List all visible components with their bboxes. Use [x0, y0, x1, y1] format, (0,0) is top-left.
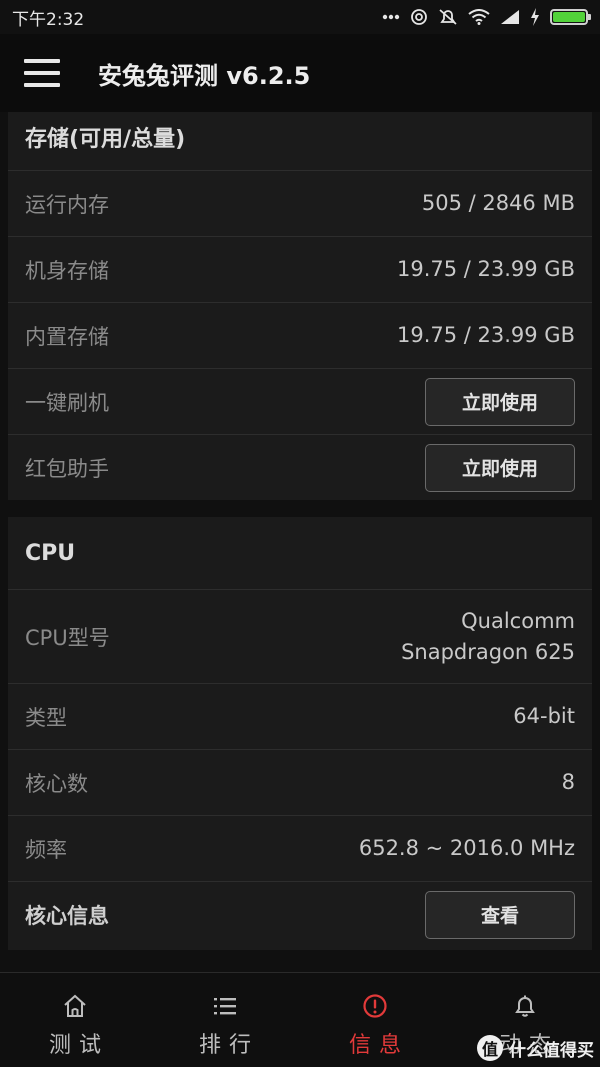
content-scroll[interactable]: 存储(可用/总量) 运行内存 505 / 2846 MB 机身存储 19.75 …	[0, 112, 600, 972]
bell-icon	[515, 995, 535, 1017]
storage-row-flash: 一键刷机 立即使用	[8, 368, 592, 434]
battery-fill	[553, 12, 585, 22]
home-icon	[64, 994, 86, 1017]
bottom-tab-bar: 测试 排行 信息 动态 值 什么值得买	[0, 972, 600, 1067]
watermark-text: 什么值得买	[509, 1040, 594, 1061]
cpu-model-line2: Snapdragon 625	[401, 639, 575, 664]
cpu-row-core-info: 核心信息 查看	[8, 881, 592, 947]
cpu-model-value: Qualcomm Snapdragon 625	[401, 606, 575, 668]
flash-use-button[interactable]: 立即使用	[425, 377, 575, 426]
watermark-badge: 值	[477, 1035, 503, 1061]
tab-label: 测试	[48, 1033, 109, 1058]
redpacket-use-button[interactable]: 立即使用	[425, 443, 575, 492]
cpu-row-cores: 核心数 8	[8, 749, 592, 815]
tab-label: 信息	[348, 1033, 409, 1058]
storage-title: 存储(可用/总量)	[25, 127, 186, 152]
tab-label: 排行	[198, 1033, 259, 1058]
tab-test[interactable]: 测试	[0, 973, 150, 1067]
row-label: 运行内存	[25, 192, 109, 217]
signal-icon	[501, 10, 519, 24]
storage-row-ram: 运行内存 505 / 2846 MB	[8, 170, 592, 236]
row-label: 内置存储	[25, 324, 109, 349]
info-alert-icon	[363, 994, 387, 1018]
cpu-title: CPU	[25, 540, 76, 566]
row-label: CPU型号	[25, 625, 110, 650]
row-label: 核心数	[25, 771, 88, 796]
row-value: 652.8 ~ 2016.0 MHz	[358, 836, 575, 860]
app-bar: 安兔兔评测 v6.2.5	[0, 34, 600, 112]
row-value: 64-bit	[513, 704, 575, 728]
status-bar: 下午2:32	[0, 0, 600, 34]
status-icons	[382, 8, 591, 26]
row-label: 频率	[25, 837, 67, 862]
row-value: 8	[561, 770, 575, 794]
storage-row-internal: 机身存储 19.75 / 23.99 GB	[8, 236, 592, 302]
battery-icon	[550, 9, 591, 25]
cpu-row-type: 类型 64-bit	[8, 683, 592, 749]
cpu-card: CPU CPU型号 Qualcomm Snapdragon 625 类型 64-…	[8, 517, 592, 950]
status-time: 下午2:32	[12, 9, 85, 30]
row-value: 19.75 / 23.99 GB	[396, 323, 575, 347]
storage-row-redpacket: 红包助手 立即使用	[8, 434, 592, 500]
watermark: 值 什么值得买	[477, 1035, 594, 1061]
core-info-view-button[interactable]: 查看	[425, 890, 575, 939]
hotspot-icon	[411, 9, 427, 25]
row-label: 核心信息	[25, 903, 109, 928]
wifi-icon	[468, 9, 490, 25]
storage-card: 存储(可用/总量) 运行内存 505 / 2846 MB 机身存储 19.75 …	[8, 112, 592, 500]
app-title: 安兔兔评测 v6.2.5	[98, 61, 311, 90]
row-value: 19.75 / 23.99 GB	[396, 257, 575, 281]
storage-row-builtin: 内置存储 19.75 / 23.99 GB	[8, 302, 592, 368]
alarm-off-icon	[439, 9, 457, 25]
list-icon	[214, 998, 236, 1015]
tab-ranking[interactable]: 排行	[150, 973, 300, 1067]
cpu-model-line1: Qualcomm	[461, 608, 575, 633]
tab-info[interactable]: 信息	[300, 973, 450, 1067]
charging-icon	[531, 8, 539, 26]
row-label: 机身存储	[25, 258, 109, 283]
row-label: 类型	[25, 705, 67, 730]
row-value: 505 / 2846 MB	[421, 191, 575, 215]
menu-icon[interactable]	[24, 59, 60, 87]
cpu-row-model: CPU型号 Qualcomm Snapdragon 625	[8, 589, 592, 683]
row-label: 红包助手	[25, 456, 109, 481]
cpu-row-frequency: 频率 652.8 ~ 2016.0 MHz	[8, 815, 592, 881]
row-label: 一键刷机	[25, 390, 109, 415]
more-dots-icon	[382, 14, 400, 20]
